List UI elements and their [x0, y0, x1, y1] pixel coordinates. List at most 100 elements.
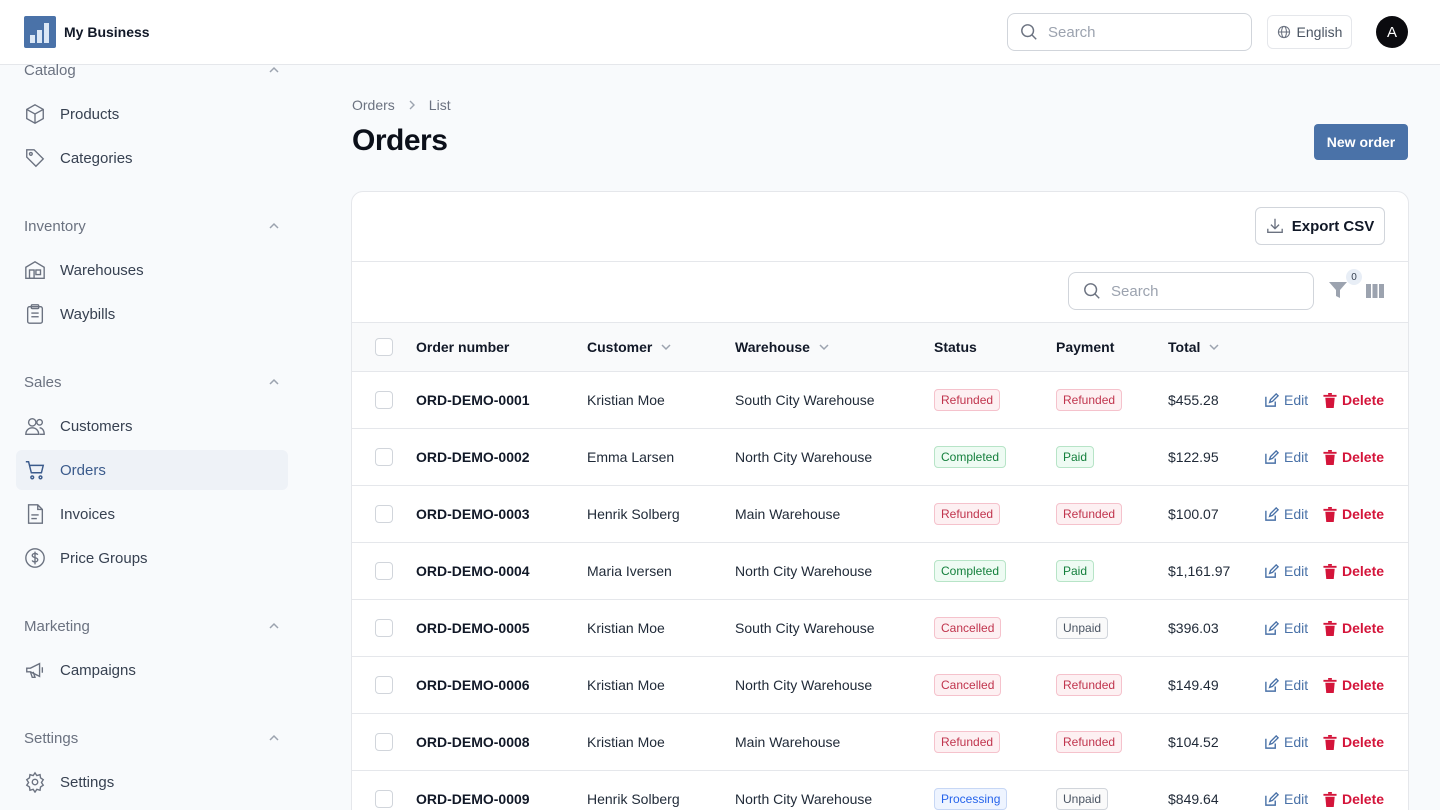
sidebar-item-orders[interactable]: Orders: [16, 450, 288, 490]
new-order-button[interactable]: New order: [1314, 124, 1408, 160]
section-catalog[interactable]: Catalog: [24, 60, 280, 80]
order-number[interactable]: ORD-DEMO-0006: [416, 657, 530, 713]
sidebar-item-products[interactable]: Products: [16, 94, 288, 134]
section-sales[interactable]: Sales: [24, 372, 280, 392]
sidebar-item-warehouses[interactable]: Warehouses: [16, 250, 288, 290]
column-customer[interactable]: Customer: [587, 323, 672, 371]
delete-button[interactable]: Delete: [1323, 543, 1384, 599]
edit-button[interactable]: Edit: [1264, 486, 1308, 542]
column-status[interactable]: Status: [934, 323, 977, 371]
payment-badge: Unpaid: [1056, 617, 1109, 639]
global-search-input[interactable]: [1048, 23, 1218, 41]
avatar[interactable]: A: [1376, 16, 1408, 48]
column-label: Total: [1168, 339, 1201, 355]
table-row[interactable]: ORD-DEMO-0002 Emma Larsen North City War…: [352, 429, 1408, 486]
trash-icon: [1323, 563, 1337, 579]
sidebar-item-label: Settings: [60, 773, 115, 791]
column-order-number[interactable]: Order number: [416, 323, 509, 371]
order-number[interactable]: ORD-DEMO-0008: [416, 714, 530, 770]
section-inventory[interactable]: Inventory: [24, 216, 280, 236]
order-number[interactable]: ORD-DEMO-0005: [416, 600, 530, 656]
table-row[interactable]: ORD-DEMO-0009 Henrik Solberg North City …: [352, 771, 1408, 810]
table-row[interactable]: ORD-DEMO-0001 Kristian Moe South City Wa…: [352, 372, 1408, 429]
delete-button[interactable]: Delete: [1323, 600, 1384, 656]
customer-name: Henrik Solberg: [587, 791, 680, 807]
order-number[interactable]: ORD-DEMO-0002: [416, 429, 530, 485]
edit-button[interactable]: Edit: [1264, 600, 1308, 656]
breadcrumb: Orders List: [352, 97, 451, 113]
delete-button[interactable]: Delete: [1323, 486, 1384, 542]
delete-label: Delete: [1342, 677, 1385, 693]
delete-button[interactable]: Delete: [1323, 771, 1384, 810]
edit-icon: [1265, 506, 1279, 521]
column-label: Warehouse: [735, 339, 810, 355]
sidebar-item-categories[interactable]: Categories: [16, 138, 288, 178]
payment-badge: Refunded: [1056, 674, 1123, 696]
sidebar-item-price-groups[interactable]: Price Groups: [16, 538, 288, 578]
table-search[interactable]: [1068, 272, 1314, 310]
export-csv-label: Export CSV: [1291, 217, 1375, 235]
sidebar-item-waybills[interactable]: Waybills: [16, 294, 288, 334]
chevron-down-icon: [1209, 344, 1219, 351]
language-selector[interactable]: English: [1267, 15, 1352, 49]
edit-button[interactable]: Edit: [1264, 771, 1308, 810]
status-badge: Cancelled: [934, 674, 1002, 696]
order-number[interactable]: ORD-DEMO-0003: [416, 486, 530, 542]
edit-icon: [1265, 449, 1279, 464]
warehouse-name: North City Warehouse: [735, 791, 873, 807]
table-search-input[interactable]: [1111, 282, 1281, 300]
export-csv-button[interactable]: Export CSV: [1255, 207, 1385, 245]
delete-button[interactable]: Delete: [1323, 372, 1384, 428]
global-search[interactable]: [1007, 13, 1252, 51]
customer-name: Henrik Solberg: [587, 506, 680, 522]
sidebar-item-customers[interactable]: Customers: [16, 406, 288, 446]
edit-button[interactable]: Edit: [1264, 543, 1308, 599]
row-checkbox[interactable]: [375, 733, 393, 751]
breadcrumb-root[interactable]: Orders: [352, 97, 395, 113]
order-number[interactable]: ORD-DEMO-0009: [416, 771, 530, 810]
table-row[interactable]: ORD-DEMO-0004 Maria Iversen North City W…: [352, 543, 1408, 600]
columns-icon[interactable]: [1365, 283, 1385, 299]
table-row[interactable]: ORD-DEMO-0006 Kristian Moe North City Wa…: [352, 657, 1408, 714]
table-row[interactable]: ORD-DEMO-0003 Henrik Solberg Main Wareho…: [352, 486, 1408, 543]
section-settings[interactable]: Settings: [24, 728, 280, 748]
row-checkbox[interactable]: [375, 619, 393, 637]
column-warehouse[interactable]: Warehouse: [735, 323, 830, 371]
payment-badge: Refunded: [1056, 389, 1123, 411]
status-badge: Completed: [934, 560, 1007, 582]
order-number[interactable]: ORD-DEMO-0004: [416, 543, 530, 599]
row-checkbox[interactable]: [375, 391, 393, 409]
order-number[interactable]: ORD-DEMO-0001: [416, 372, 530, 428]
select-all-checkbox[interactable]: [375, 338, 393, 356]
customer-name: Kristian Moe: [587, 734, 665, 750]
sidebar-item-settings[interactable]: Settings: [16, 762, 288, 802]
section-marketing[interactable]: Marketing: [24, 616, 280, 636]
row-checkbox[interactable]: [375, 562, 393, 580]
brand[interactable]: My Business: [24, 16, 150, 48]
status-badge: Refunded: [934, 389, 1001, 411]
edit-button[interactable]: Edit: [1264, 714, 1308, 770]
customer-name: Kristian Moe: [587, 677, 665, 693]
column-payment[interactable]: Payment: [1056, 323, 1114, 371]
table-row[interactable]: ORD-DEMO-0008 Kristian Moe Main Warehous…: [352, 714, 1408, 771]
edit-button[interactable]: Edit: [1264, 429, 1308, 485]
edit-button[interactable]: Edit: [1264, 657, 1308, 713]
row-checkbox[interactable]: [375, 676, 393, 694]
delete-button[interactable]: Delete: [1323, 657, 1384, 713]
edit-button[interactable]: Edit: [1264, 372, 1308, 428]
sidebar-item-campaigns[interactable]: Campaigns: [16, 650, 288, 690]
row-checkbox[interactable]: [375, 448, 393, 466]
sidebar-item-invoices[interactable]: Invoices: [16, 494, 288, 534]
megaphone-icon: [26, 662, 44, 679]
delete-button[interactable]: Delete: [1323, 429, 1384, 485]
divider: [352, 261, 1408, 262]
delete-button[interactable]: Delete: [1323, 714, 1384, 770]
filter-button[interactable]: [1328, 280, 1348, 302]
table-row[interactable]: ORD-DEMO-0005 Kristian Moe South City Wa…: [352, 600, 1408, 657]
row-checkbox[interactable]: [375, 505, 393, 523]
row-checkbox[interactable]: [375, 790, 393, 808]
column-total[interactable]: Total: [1168, 323, 1220, 371]
column-label: Payment: [1056, 339, 1115, 355]
delete-label: Delete: [1342, 620, 1385, 636]
edit-label: Edit: [1284, 392, 1309, 408]
